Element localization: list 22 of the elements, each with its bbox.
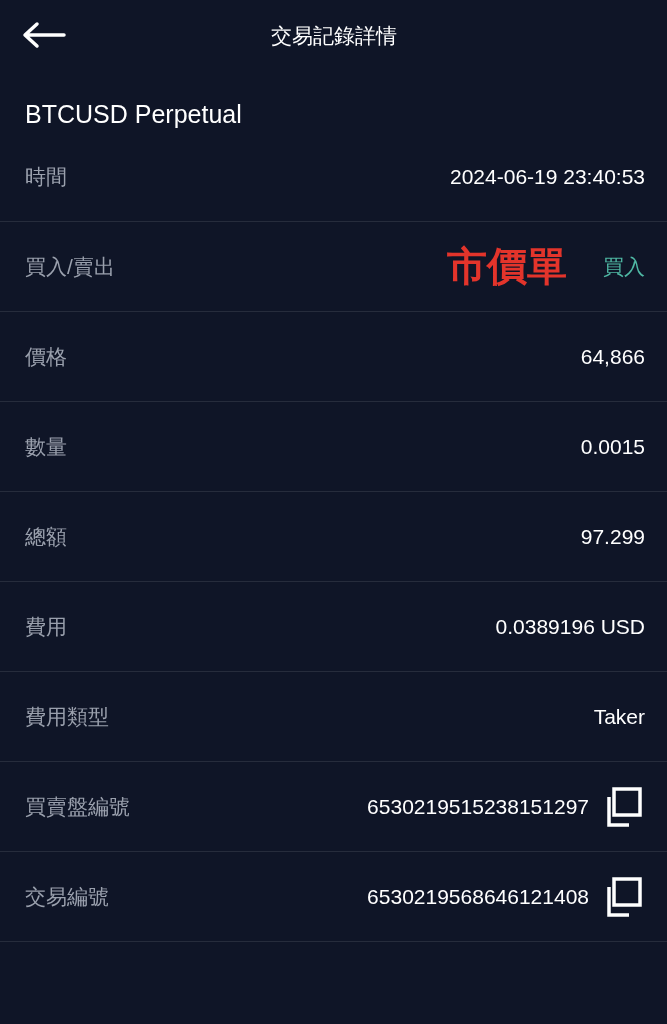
- instrument-name: BTCUSD Perpetual: [25, 100, 242, 128]
- field-value: 2024-06-19 23:40:53: [450, 164, 645, 189]
- field-label: 時間: [25, 163, 68, 190]
- side-value: 買入: [603, 253, 645, 280]
- field-label: 費用類型: [25, 703, 110, 730]
- field-label: 價格: [25, 343, 68, 370]
- field-label: 數量: [25, 433, 68, 460]
- back-button[interactable]: [22, 20, 68, 50]
- field-value: 97.299: [580, 524, 645, 549]
- field-value: Taker: [593, 704, 645, 729]
- field-value: 6530219515238151297: [367, 794, 589, 819]
- field-value: 0.0389196 USD: [495, 614, 645, 639]
- field-label: 買賣盤編號: [25, 793, 131, 820]
- field-value: 6530219568646121408: [367, 884, 589, 909]
- field-label: 交易編號: [25, 883, 110, 910]
- field-value: 64,866: [580, 344, 645, 369]
- field-label: 費用: [25, 613, 68, 640]
- page-title: 交易記錄詳情: [270, 23, 397, 49]
- annotation-text: 市價單: [447, 243, 567, 290]
- field-label: 買入/賣出: [25, 253, 116, 280]
- field-value: 0.0015: [580, 434, 645, 459]
- field-label: 總額: [25, 523, 68, 550]
